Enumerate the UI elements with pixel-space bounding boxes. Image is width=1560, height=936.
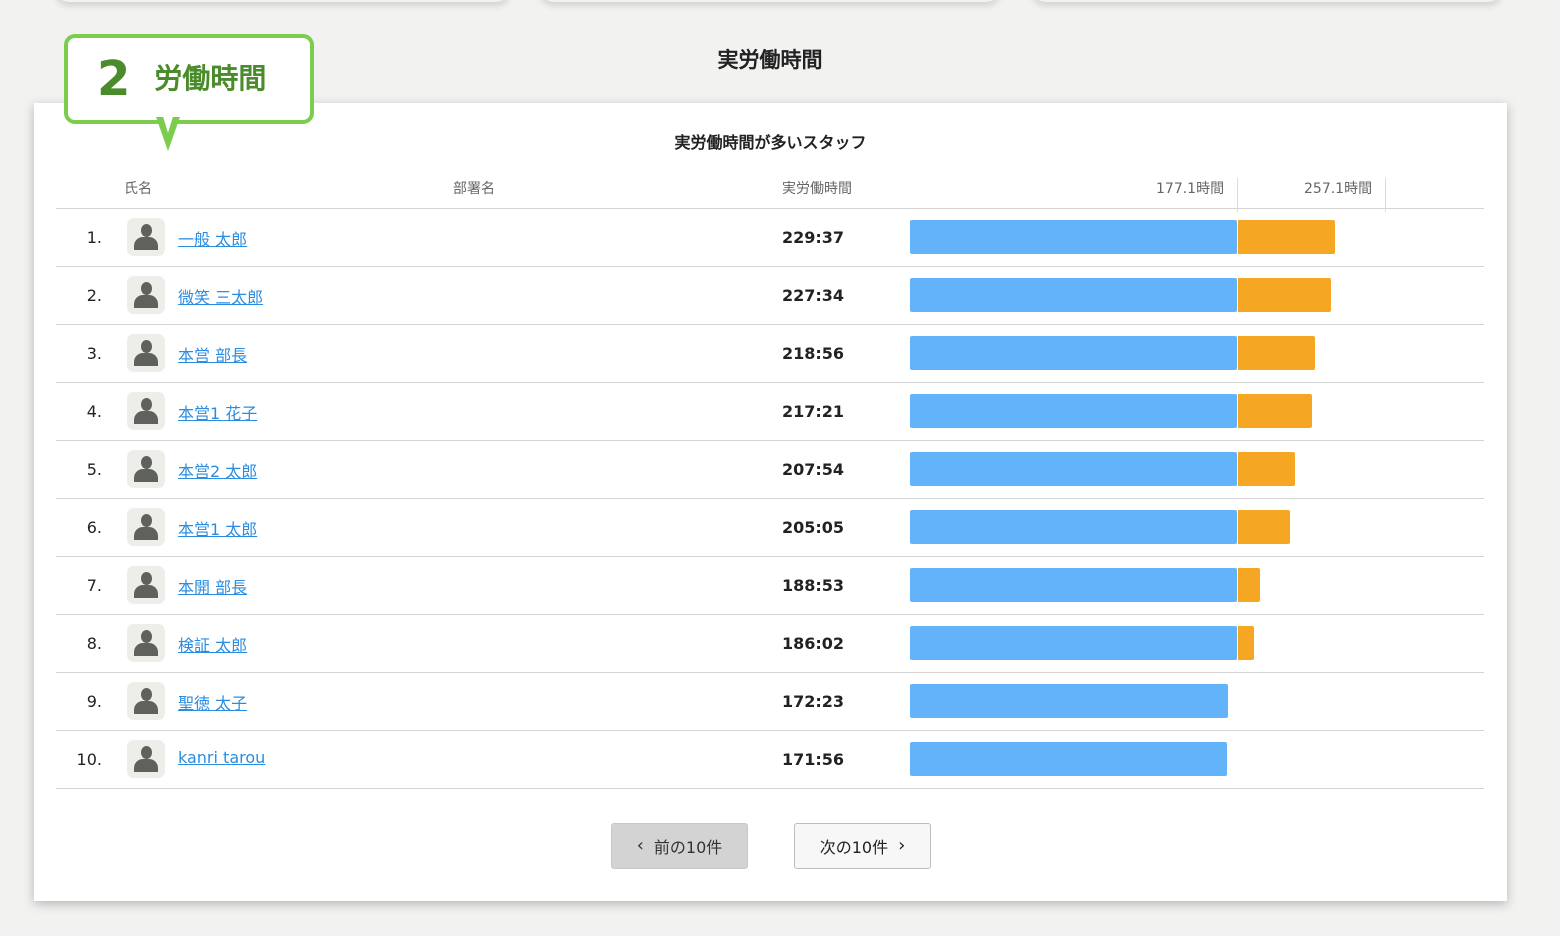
row-hours: 218:56	[782, 344, 845, 363]
avatar	[127, 624, 165, 662]
table-row: 9. 聖徳 太子 172:23	[56, 673, 1484, 731]
chevron-right-icon: ›	[898, 835, 906, 856]
staff-name-link[interactable]: kanri tarou	[178, 748, 265, 767]
row-rank: 6.	[86, 518, 102, 537]
callout-number: 2	[97, 51, 131, 107]
row-rank: 1.	[86, 228, 102, 247]
table-row: 7. 本開 部長 188:53	[56, 557, 1484, 615]
next-page-button[interactable]: 次の10件 ›	[794, 823, 931, 869]
staff-name-link[interactable]: 本開 部長	[178, 574, 247, 598]
pager: ‹ 前の10件 次の10件 ›	[34, 823, 1507, 869]
over-hours-bar	[1238, 568, 1260, 602]
row-hours: 205:05	[782, 518, 845, 537]
avatar	[127, 450, 165, 488]
row-hours: 229:37	[782, 228, 845, 247]
avatar	[127, 740, 165, 778]
row-hours: 172:23	[782, 692, 845, 711]
base-hours-bar	[910, 510, 1237, 544]
table-row: 4. 本営1 花子 217:21	[56, 383, 1484, 441]
table-row: 10. kanri tarou 171:56	[56, 731, 1484, 789]
table-header: 氏名 部署名 実労働時間 177.1時間 257.1時間	[56, 171, 1484, 212]
row-rank: 10.	[76, 750, 102, 769]
avatar	[127, 334, 165, 372]
scale-max-line	[1385, 178, 1386, 212]
row-rank: 5.	[86, 460, 102, 479]
table-row: 5. 本営2 太郎 207:54	[56, 441, 1484, 499]
base-hours-bar	[910, 452, 1237, 486]
row-hours: 188:53	[782, 576, 845, 595]
avatar	[127, 218, 165, 256]
staff-name-link[interactable]: 本営1 花子	[178, 400, 257, 424]
over-hours-bar	[1238, 220, 1335, 254]
base-hours-bar	[910, 684, 1229, 718]
base-hours-bar	[910, 220, 1237, 254]
row-rank: 2.	[86, 286, 102, 305]
table-row: 2. 微笑 三太郎 227:34	[56, 267, 1484, 325]
over-hours-bar	[1238, 626, 1255, 660]
callout-label: 労働時間	[154, 62, 267, 95]
staff-name-link[interactable]: 検証 太郎	[178, 632, 247, 656]
ranking-list: 1. 一般 太郎 229:37 2. 微笑 三太郎 227:34 3. 本営 部長 218:56…	[56, 209, 1484, 789]
avatar	[127, 392, 165, 430]
row-rank: 9.	[86, 692, 102, 711]
ranking-card: 実労働時間が多いスタッフ 氏名 部署名 実労働時間 177.1時間 257.1時…	[34, 103, 1507, 901]
table-row: 1. 一般 太郎 229:37	[56, 209, 1484, 267]
chevron-left-icon: ‹	[636, 835, 644, 856]
table-row: 8. 検証 太郎 186:02	[56, 615, 1484, 673]
table-row: 3. 本営 部長 218:56	[56, 325, 1484, 383]
row-hours: 217:21	[782, 402, 845, 421]
row-hours: 227:34	[782, 286, 845, 305]
staff-name-link[interactable]: 本営 部長	[178, 342, 247, 366]
header-hours: 実労働時間	[782, 181, 852, 197]
top-card-left	[55, 0, 510, 2]
base-hours-bar	[910, 278, 1237, 312]
staff-name-link[interactable]: 本営2 太郎	[178, 458, 257, 482]
staff-name-link[interactable]: 一般 太郎	[178, 226, 247, 250]
prev-page-label: 前の10件	[653, 838, 723, 857]
base-hours-bar	[910, 568, 1237, 602]
row-hours: 207:54	[782, 460, 845, 479]
row-rank: 7.	[86, 576, 102, 595]
row-rank: 8.	[86, 634, 102, 653]
next-page-label: 次の10件	[819, 838, 889, 857]
section-callout: 2 労働時間	[64, 34, 314, 124]
card-title: 実労働時間が多いスタッフ	[674, 133, 867, 152]
over-hours-bar	[1238, 278, 1332, 312]
avatar	[127, 276, 165, 314]
scale-mid-line	[1237, 178, 1238, 212]
over-hours-bar	[1238, 336, 1316, 370]
top-card-middle	[540, 0, 1000, 2]
staff-name-link[interactable]: 本営1 太郎	[178, 516, 257, 540]
header-department: 部署名	[453, 181, 495, 197]
header-name: 氏名	[124, 181, 152, 197]
avatar	[127, 566, 165, 604]
top-card-right	[1032, 0, 1502, 2]
table-row: 6. 本営1 太郎 205:05	[56, 499, 1484, 557]
row-rank: 3.	[86, 344, 102, 363]
over-hours-bar	[1238, 452, 1295, 486]
base-hours-bar	[910, 742, 1228, 776]
callout-tail	[156, 113, 180, 151]
avatar	[127, 682, 165, 720]
staff-name-link[interactable]: 聖徳 太子	[178, 690, 247, 714]
scale-max-label: 257.1時間	[1304, 181, 1373, 197]
row-hours: 171:56	[782, 750, 845, 769]
base-hours-bar	[910, 394, 1237, 428]
staff-name-link[interactable]: 微笑 三太郎	[178, 284, 263, 308]
over-hours-bar	[1238, 394, 1313, 428]
prev-page-button[interactable]: ‹ 前の10件	[611, 823, 748, 869]
avatar	[127, 508, 165, 546]
base-hours-bar	[910, 336, 1237, 370]
scale-mid-label: 177.1時間	[1156, 181, 1225, 197]
row-rank: 4.	[86, 402, 102, 421]
base-hours-bar	[910, 626, 1237, 660]
over-hours-bar	[1238, 510, 1290, 544]
row-hours: 186:02	[782, 634, 845, 653]
